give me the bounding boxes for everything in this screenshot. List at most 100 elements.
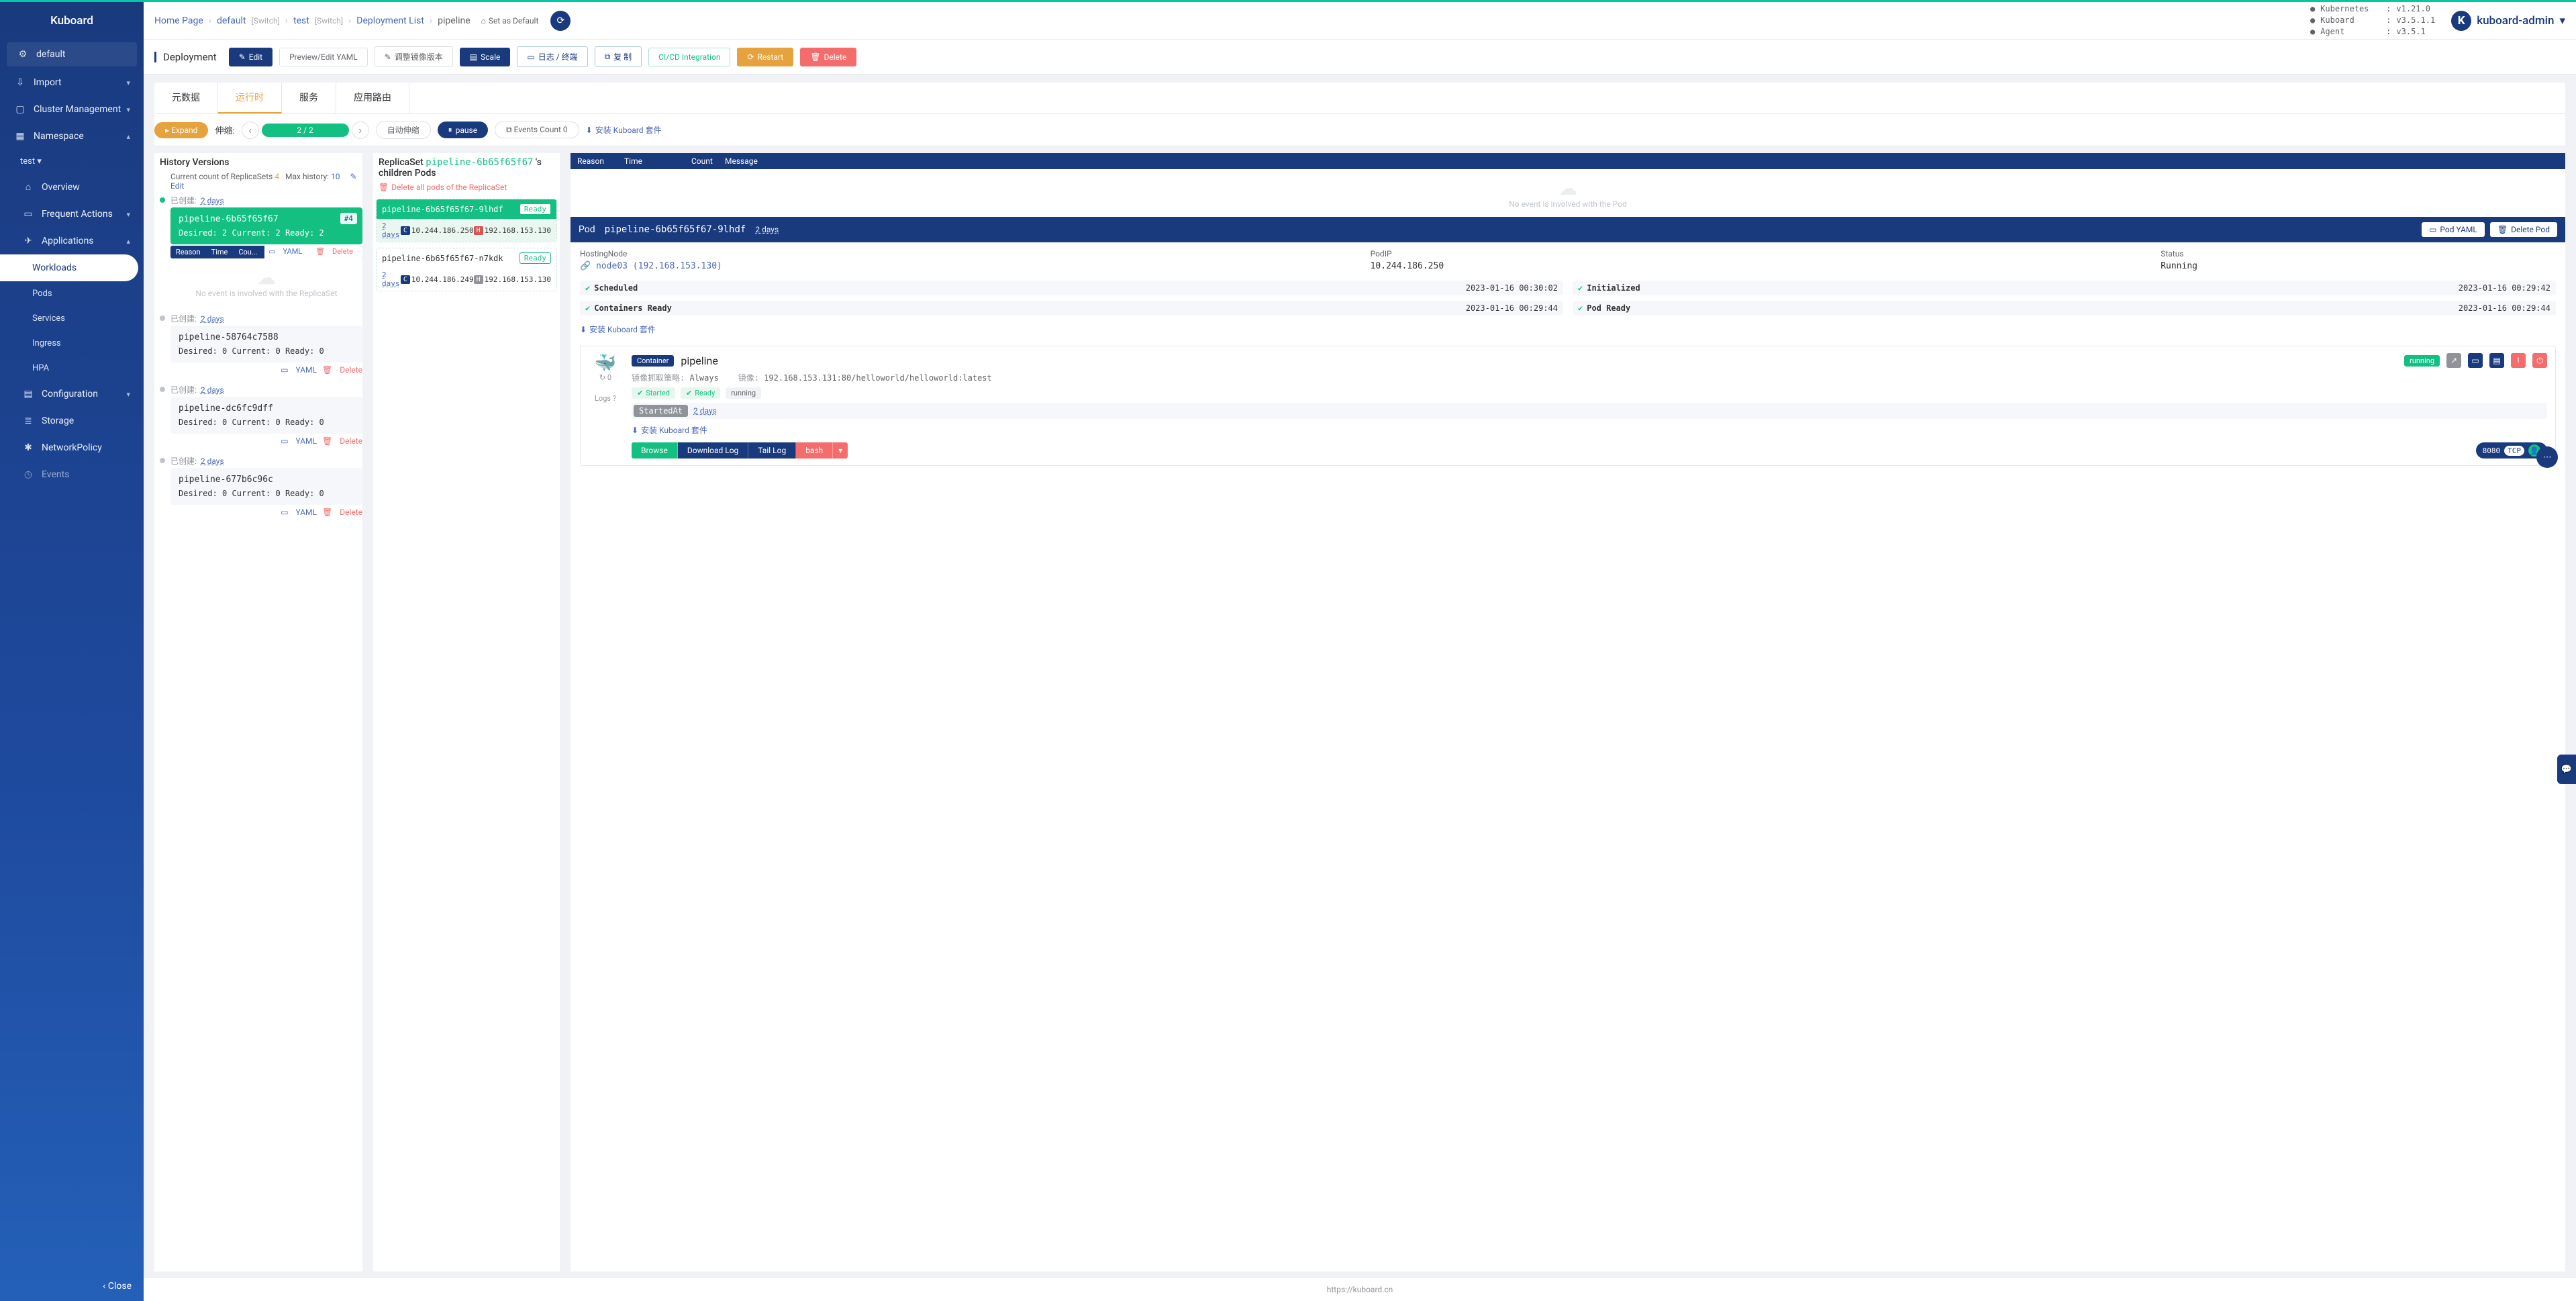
install-link[interactable]: ⬇ 安装 Kuboard 套件 — [580, 324, 656, 335]
rs-delete-link[interactable]: 🗑 Delete — [322, 365, 362, 375]
scale-down-button[interactable]: ‹ — [242, 122, 259, 139]
sidebar-item-events[interactable]: ◷Events — [0, 461, 144, 488]
crumb-default[interactable]: default — [217, 15, 246, 26]
delete-all-pods-link[interactable]: 🗑 Delete all pods of the ReplicaSet — [373, 183, 512, 196]
bash-button[interactable]: bash — [796, 442, 833, 459]
sidebar-item-storage[interactable]: ≣Storage — [0, 407, 144, 434]
rs-yaml-link[interactable]: ▭ YAML — [264, 246, 311, 258]
share-button[interactable]: ↗ — [2446, 353, 2461, 368]
pod-card[interactable]: pipeline-6b65f65f67-n7kdkReady 2 days C1… — [376, 248, 557, 291]
tab-runtime[interactable]: 运行时 — [218, 83, 282, 113]
sidebar-close[interactable]: ‹ Close — [0, 1271, 144, 1301]
crumb-switch[interactable]: [Switch] — [252, 16, 280, 26]
pod-delete-button[interactable]: 🗑 Delete Pod — [2490, 222, 2557, 237]
container-box: 🐳 ↻ 0 Logs ? Container pipeline running … — [580, 346, 2556, 466]
pod-banner: Pod pipeline-6b65f65f67-9lhdf 2 days ▭ P… — [571, 217, 2565, 242]
pod-card[interactable]: pipeline-6b65f65f67-9lhdfReady 2 days C1… — [376, 199, 557, 242]
mirror-button[interactable]: ✎ 调整镜像版本 — [375, 46, 453, 67]
breadcrumb: Home Page› default [Switch]› test [Switc… — [154, 11, 571, 31]
tail-log-button[interactable]: Tail Log — [748, 442, 796, 459]
sidebar-item-networkpolicy[interactable]: ✱NetworkPolicy — [0, 434, 144, 461]
copy-button[interactable]: ⧉ 复 制 — [595, 46, 642, 67]
crumb-home[interactable]: Home Page — [154, 15, 203, 26]
replicaset-item[interactable]: 已创建: 2 days #4 pipeline-6b65f65f67 Desir… — [154, 193, 362, 306]
pod-yaml-button[interactable]: ▭ Pod YAML — [2422, 222, 2485, 237]
check-icon: ✔ — [637, 389, 643, 397]
sidebar-item-workloads[interactable]: Workloads — [0, 254, 138, 281]
bash-dropdown[interactable]: ▾ — [833, 442, 848, 459]
file-button[interactable]: ▭ — [2468, 353, 2483, 368]
rs-yaml-link[interactable]: ▭ YAML — [281, 508, 317, 517]
crumb-deploylist[interactable]: Deployment List — [356, 15, 424, 26]
terminal-button[interactable]: ▤ — [2489, 353, 2504, 368]
pause-button[interactable]: ⏸pause — [438, 122, 488, 138]
events-header: ReasonTimeCountMessage — [571, 153, 2565, 169]
network-icon: ✱ — [21, 442, 35, 453]
auto-scale-button[interactable]: 自动伸缩 — [376, 121, 431, 139]
rs-delete-link[interactable]: 🗑 Delete — [322, 508, 362, 517]
browse-button[interactable]: Browse — [632, 442, 678, 459]
node-link[interactable]: 🔗 node03 (192.168.153.130) — [580, 261, 1371, 271]
crumb-switch2[interactable]: [Switch] — [315, 16, 343, 26]
folder-icon: ▭ — [21, 209, 35, 220]
delete-button[interactable]: 🗑 Delete — [800, 48, 856, 66]
yaml-button[interactable]: Preview/Edit YAML — [279, 48, 368, 66]
sidebar-item-ingress[interactable]: Ingress — [0, 331, 144, 356]
scale-up-button[interactable]: › — [352, 122, 369, 139]
ready-badge: Ready — [519, 252, 551, 264]
refresh-button[interactable]: ⟳ — [550, 11, 571, 31]
scale-stepper: ‹ 2 / 2 › — [242, 122, 369, 139]
rs-delete-link[interactable]: 🗑 Delete — [322, 436, 362, 446]
sidebar-item-import[interactable]: ⇩Import▾ — [0, 69, 144, 96]
power-button[interactable]: ⏻ — [2532, 353, 2547, 368]
sidebar-item-services[interactable]: Services — [0, 306, 144, 331]
detail-column: ReasonTimeCountMessage ☁No event is invo… — [571, 153, 2565, 1271]
download-log-button[interactable]: Download Log — [678, 442, 748, 459]
install-link[interactable]: ⬇ 安装 Kuboard 套件 — [586, 124, 662, 136]
tab-service[interactable]: 服务 — [282, 83, 336, 113]
edit-button[interactable]: ✎ Edit — [229, 48, 273, 66]
home-icon: ⌂ — [481, 16, 486, 26]
tab-meta[interactable]: 元数据 — [154, 83, 218, 113]
sidebar-item-overview[interactable]: ⌂Overview — [0, 173, 144, 201]
chat-fab[interactable]: 💬 — [2557, 755, 2576, 784]
user-menu[interactable]: K kuboard-admin ▾ — [2451, 11, 2565, 31]
crumb-test[interactable]: test — [293, 15, 309, 26]
revision-badge: #4 — [340, 213, 357, 224]
warn-button[interactable]: ! — [2511, 353, 2526, 368]
scale-row: ▸ Expand 伸缩: ‹ 2 / 2 › 自动伸缩 ⏸pause ⧉ Eve… — [154, 114, 2565, 146]
help-icon[interactable]: ? — [613, 394, 616, 403]
install-link[interactable]: ⬇ 安装 Kuboard 套件 — [632, 424, 707, 436]
replicaset-item[interactable]: 已创建: 2 days pipeline-dc6fc9dffDesired: 0… — [154, 383, 362, 448]
rs-delete-link[interactable]: 🗑 Delete — [311, 246, 362, 258]
cicd-button[interactable]: CI/CD Integration — [648, 48, 730, 66]
sidebar-namespace-test[interactable]: test ▾ — [0, 150, 144, 173]
log-button[interactable]: ▭ 日志 / 终端 — [517, 46, 587, 67]
replicaset-item[interactable]: 已创建: 2 days pipeline-58764c7588Desired: … — [154, 311, 362, 377]
tab-route[interactable]: 应用路由 — [336, 83, 409, 113]
expand-button[interactable]: ▸ Expand — [154, 122, 208, 138]
rs-yaml-link[interactable]: ▭ YAML — [281, 365, 317, 375]
history-column: History Versions Current count of Replic… — [154, 153, 362, 1271]
avatar: K — [2451, 11, 2471, 31]
scale-value: 2 / 2 — [262, 124, 349, 137]
sidebar-item-configuration[interactable]: ▤Configuration▾ — [0, 381, 144, 407]
pause-icon: ⏸ — [448, 125, 452, 135]
rs-events-header: ReasonTimeCou... ▭ YAML 🗑 Delete — [170, 246, 362, 258]
events-count-button[interactable]: ⧉ Events Count 0 — [495, 122, 579, 138]
sidebar-item-cluster[interactable]: ▢Cluster Management▾ — [0, 96, 144, 123]
topbar: Home Page› default [Switch]› test [Switc… — [144, 2, 2576, 40]
replicaset-item[interactable]: 已创建: 2 days pipeline-677b6c96cDesired: 0… — [154, 454, 362, 520]
rs-yaml-link[interactable]: ▭ YAML — [281, 436, 317, 446]
sidebar-item-pods[interactable]: Pods — [0, 281, 144, 306]
check-icon: ✔ — [1578, 283, 1583, 293]
sidebar-item-applications[interactable]: ✈Applications▴ — [0, 228, 144, 254]
sidebar-item-frequent[interactable]: ▭Frequent Actions▾ — [0, 201, 144, 228]
sidebar-item-hpa[interactable]: HPA — [0, 356, 144, 381]
scale-button[interactable]: ▤ Scale — [460, 48, 511, 66]
sidebar-item-namespace[interactable]: ▦Namespace▴ — [0, 123, 144, 150]
sidebar-item-default[interactable]: ⚙default — [7, 42, 137, 66]
more-fab[interactable]: ⋯ — [2536, 446, 2558, 468]
set-default-link[interactable]: ⌂Set as Default — [481, 16, 539, 26]
restart-button[interactable]: ⟳ Restart — [737, 48, 793, 66]
